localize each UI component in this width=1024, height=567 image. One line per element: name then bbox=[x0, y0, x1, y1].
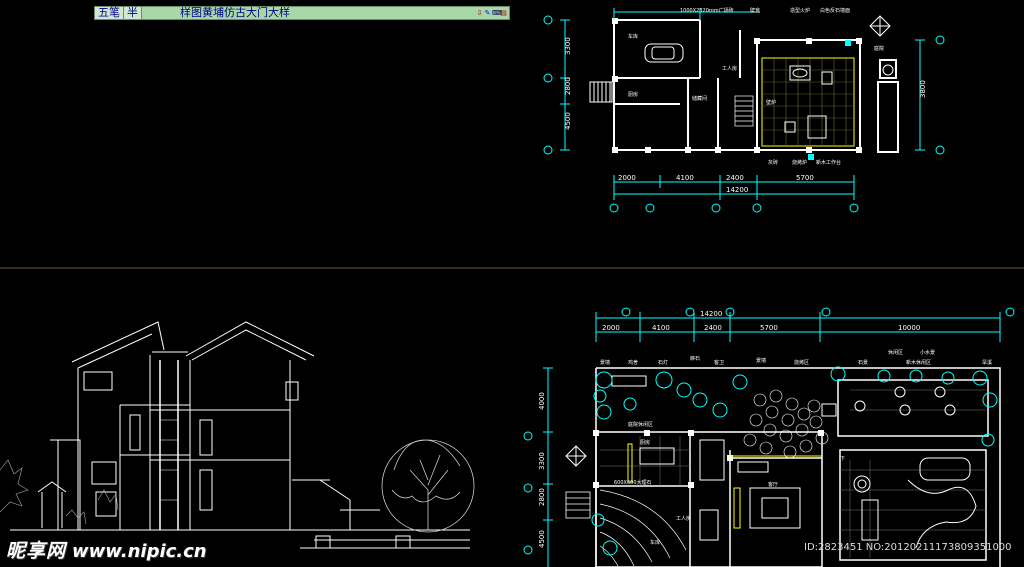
plan-label: 小水景 bbox=[920, 349, 935, 356]
dim-text: 4100 bbox=[676, 174, 694, 182]
plan-label: 1000X2320mm广场砖 bbox=[680, 7, 734, 14]
plan-label: 厨房 bbox=[628, 91, 638, 98]
dim-text: 2800 bbox=[564, 77, 572, 95]
plan-label: 车库 bbox=[628, 33, 638, 40]
dim-text: 2400 bbox=[726, 174, 744, 182]
plan-label: 工人房 bbox=[676, 515, 691, 522]
plan-label: 旱溪 bbox=[982, 359, 992, 366]
plan-label: 白色反石墙面 bbox=[820, 7, 850, 14]
plan-label: 麻石 bbox=[690, 355, 700, 362]
plan-label: 景墙 bbox=[600, 359, 610, 366]
plan-label: 烧烤区 bbox=[794, 359, 809, 366]
plan-label: 工人房 bbox=[722, 65, 737, 72]
plan-label: 客卫 bbox=[714, 359, 724, 366]
plan-label: 客厅 bbox=[768, 481, 778, 488]
dim-text: 4500 bbox=[564, 112, 572, 130]
plan-label: 600X600大理石 bbox=[614, 479, 652, 486]
cad-drawing-canvas[interactable]: 2000 4100 2400 5700 14200 3300 2800 4500… bbox=[0, 0, 1024, 567]
plan-label: 下 bbox=[840, 456, 845, 462]
dim-text: 5700 bbox=[796, 174, 814, 182]
plan-label: 景墙 bbox=[756, 357, 766, 364]
plan-label: 造型火炉 bbox=[790, 7, 810, 14]
dim-text: 4000 bbox=[538, 392, 546, 410]
plan-label: 庭院 bbox=[874, 45, 884, 52]
plan-label: 灰砖 bbox=[768, 159, 778, 166]
plan-label: 车库 bbox=[650, 539, 660, 546]
plan-label: 壁炉 bbox=[766, 99, 776, 106]
bottom-floor-plan: 2000 4100 2400 5700 10000 14200 4000 330… bbox=[523, 307, 1015, 567]
plan-label: 烧烤炉 bbox=[792, 159, 807, 166]
plan-label: 储藏间 bbox=[692, 95, 707, 102]
plan-label: 休闲区 bbox=[888, 349, 903, 356]
dim-text: 2000 bbox=[602, 324, 620, 332]
plan-label: 新木工作台 bbox=[816, 159, 841, 166]
dim-text: 4100 bbox=[652, 324, 670, 332]
building-section bbox=[0, 321, 475, 549]
dim-text: 4500 bbox=[538, 530, 546, 548]
dim-text: 3300 bbox=[538, 452, 546, 470]
dim-text: 2400 bbox=[704, 324, 722, 332]
plan-label: 新木休闲区 bbox=[906, 359, 931, 366]
watermark-brand: 昵享网 bbox=[6, 540, 67, 562]
watermark-logo: 昵享网 www.nipic.cn bbox=[6, 536, 207, 563]
dim-text: 14200 bbox=[726, 186, 748, 194]
dim-text: 2000 bbox=[618, 174, 636, 182]
watermark-id: ID:2823451 NO:20120211173809351000 bbox=[804, 542, 1012, 553]
plan-label: 壁龛 bbox=[750, 7, 760, 14]
plan-label: 鸡舍 bbox=[628, 359, 638, 366]
dim-text: 2800 bbox=[538, 488, 546, 506]
dim-text: 10000 bbox=[898, 324, 920, 332]
plan-label: 石景 bbox=[858, 359, 868, 366]
plan-label: 厨房 bbox=[640, 439, 650, 446]
top-floor-plan: 2000 4100 2400 5700 14200 3300 2800 4500… bbox=[543, 7, 945, 213]
dim-text: 3800 bbox=[919, 80, 927, 98]
plan-label: 庭院休闲区 bbox=[628, 421, 653, 428]
dim-text: 5700 bbox=[760, 324, 778, 332]
dim-text: 14200 bbox=[700, 310, 722, 318]
watermark-url: www.nipic.cn bbox=[72, 541, 207, 562]
plan-label: 石灯 bbox=[658, 359, 668, 366]
dim-text: 3300 bbox=[564, 37, 572, 55]
